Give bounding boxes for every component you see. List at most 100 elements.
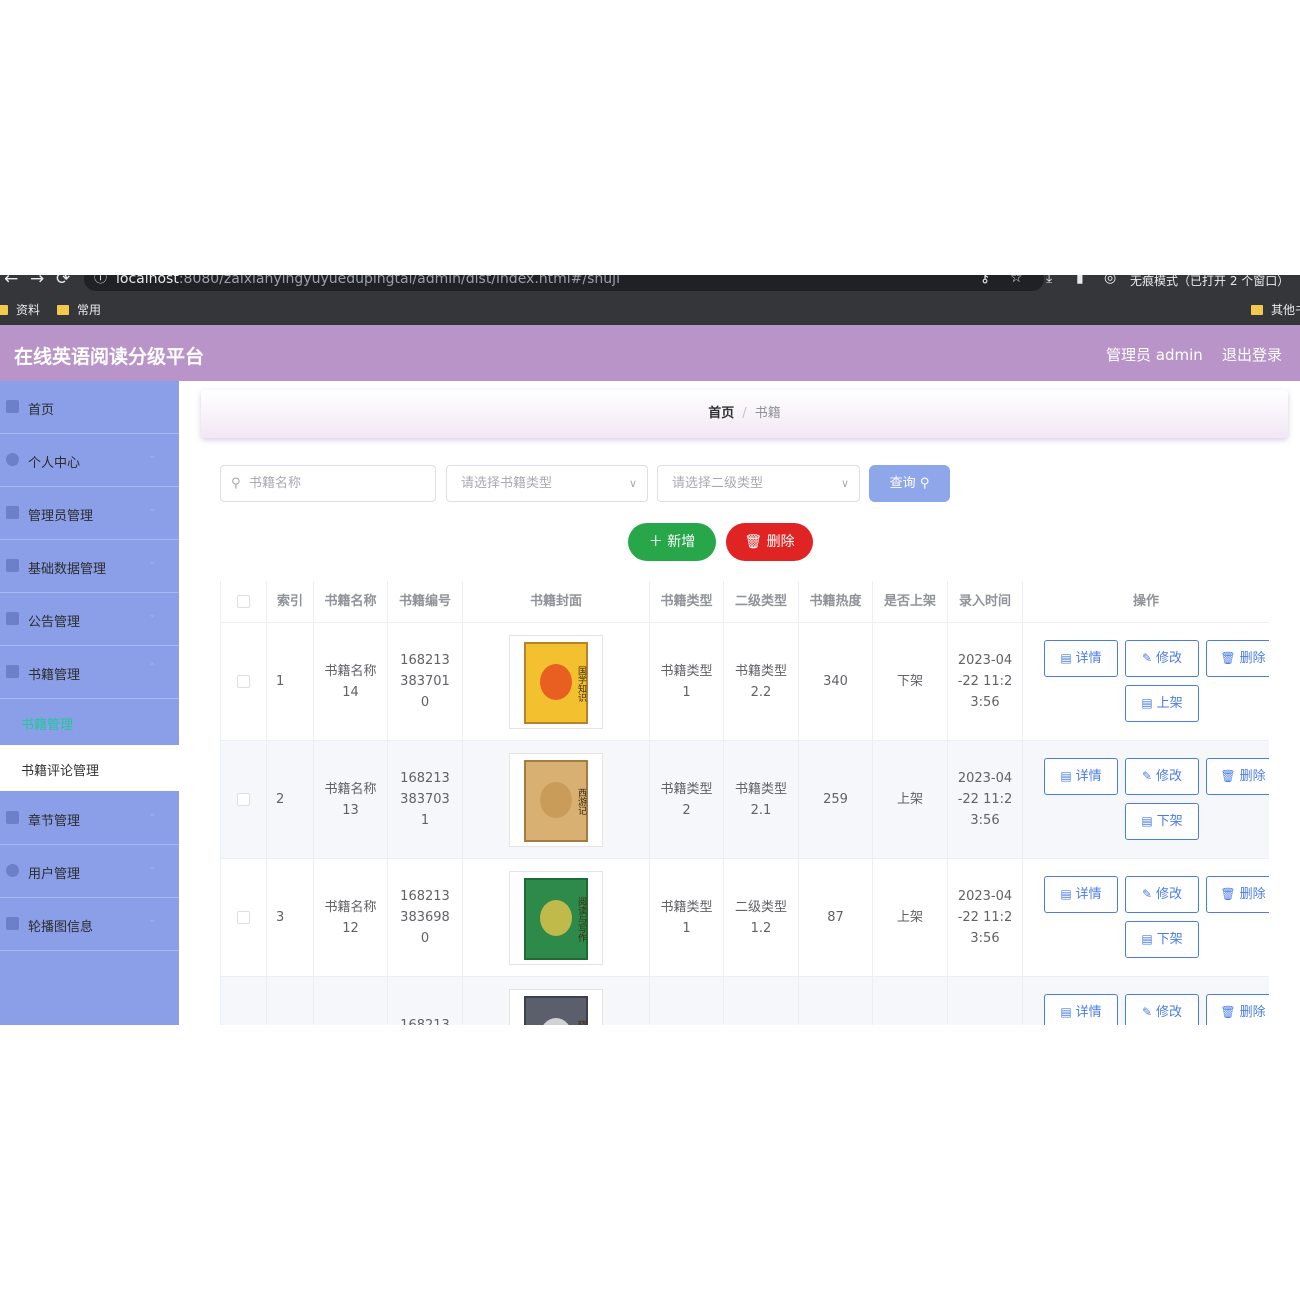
detail-button[interactable]: ▤ 详情 (1044, 876, 1118, 913)
row-type: 书籍类型2 (660, 781, 713, 818)
edit-button-label: 修改 (1156, 887, 1183, 902)
back-icon[interactable]: ← (4, 275, 18, 289)
sidebar-item-label: 首页 (28, 403, 55, 418)
sidebar-item-basedata[interactable]: 基础数据管理 ⌄ (0, 540, 179, 593)
book-cover-title: 晓风残月 (526, 1002, 586, 1026)
address-bar[interactable]: ⓘ localhost:8080/zaixianyingyuyuedupingt… (84, 275, 1044, 291)
batch-delete-button[interactable]: 🗑 删除 (726, 523, 813, 561)
chapter-icon (6, 811, 19, 824)
sidebar-subitem-comments[interactable]: 书籍评论管理 (0, 745, 179, 791)
row-checkbox[interactable] (237, 793, 250, 806)
select-all-checkbox[interactable] (237, 595, 250, 608)
cell-cover: 阅读与写作 (463, 859, 650, 977)
detail-button[interactable]: ▤ 详情 (1044, 640, 1118, 677)
delete-button[interactable]: 🗑 删除 (1206, 994, 1269, 1025)
detail-button[interactable]: ▤ 详情 (1044, 994, 1118, 1025)
add-button[interactable]: ＋ 新增 (628, 523, 716, 561)
subtype-select[interactable]: 请选择二级类型 ∨ (657, 465, 860, 502)
row-code: 1682133836980 (400, 889, 450, 946)
chevron-down-icon: ⌄ (148, 450, 157, 461)
delete-button[interactable]: 🗑 删除 (1206, 876, 1269, 913)
sidebar-item-users[interactable]: 用户管理 ⌄ (0, 845, 179, 898)
sidebar-item-admin[interactable]: 管理员管理 ⌄ (0, 487, 179, 540)
edit-button[interactable]: ✎ 修改 (1125, 758, 1199, 795)
chevron-down-icon: ⌄ (148, 914, 157, 925)
cell-ops: ▤ 详情 ✎ 修改 🗑 删除 ▤ 下架 (1023, 859, 1269, 977)
row-checkbox[interactable] (237, 675, 250, 688)
column-header: 书籍封面 (463, 581, 650, 623)
document-icon: ▤ (1060, 651, 1072, 665)
document-icon: ▤ (1141, 932, 1153, 946)
toggle-shelf-button[interactable]: ▤ 上架 (1125, 685, 1199, 722)
row-type: 书籍类型1 (660, 663, 713, 700)
sidebar-item-label: 书籍管理 (28, 668, 81, 683)
edit-button[interactable]: ✎ 修改 (1125, 994, 1199, 1025)
toggle-shelf-button[interactable]: ▤ 下架 (1125, 921, 1199, 958)
cell-status: 下架 (873, 623, 948, 741)
sidebar-item-profile[interactable]: 个人中心 ⌄ (0, 434, 179, 487)
select-placeholder: 请选择二级类型 (672, 476, 764, 491)
column-header: 书籍热度 (799, 581, 873, 623)
delete-button[interactable]: 🗑 删除 (1206, 758, 1269, 795)
site-info-icon[interactable]: ⓘ (94, 275, 107, 291)
search-icon: ⚲ (231, 476, 241, 491)
detail-button-label: 详情 (1075, 769, 1102, 784)
cell-heat: 87 (799, 859, 873, 977)
sidebar-item-books[interactable]: 书籍管理 ⌃ (0, 646, 179, 699)
download-icon[interactable]: ⤓ (1046, 275, 1052, 286)
row-time: 2023-04-22 11:23:56 (957, 771, 1013, 828)
book-name-search-input[interactable]: ⚲ 书籍名称 (220, 465, 436, 502)
sidebar-item-carousel[interactable]: 轮播图信息 ⌄ (0, 898, 179, 951)
cell-subtype: 书籍类型 (724, 977, 799, 1025)
edit-button-label: 修改 (1156, 651, 1183, 666)
chevron-down-icon: ∨ (840, 477, 849, 490)
chevron-down-icon: ⌄ (148, 609, 157, 620)
cell-time: 2023-04-22 11:23:56 (948, 741, 1023, 859)
star-icon[interactable]: ☆ (1010, 275, 1023, 286)
chevron-down-icon: ⌄ (148, 861, 157, 872)
sidebar-item-chapters[interactable]: 章节管理 ⌄ (0, 792, 179, 845)
document-icon: ▤ (1060, 887, 1072, 901)
image-icon (6, 917, 19, 930)
sidebar-item-label: 用户管理 (28, 867, 81, 882)
breadcrumb-current: 书籍 (754, 406, 781, 421)
cell-subtype: 书籍类型2.2 (724, 623, 799, 741)
cell-code: 1682133837010 (388, 623, 463, 741)
sidebar-item-home[interactable]: 首页 (0, 381, 179, 434)
incognito-icon[interactable]: ◎ (1104, 275, 1116, 286)
reload-icon[interactable]: ⟳ (56, 275, 70, 289)
breadcrumb-home[interactable]: 首页 (708, 406, 734, 421)
cell-ops: ▤ 详情 ✎ 修改 🗑 删除 ▤ 上架 (1023, 623, 1269, 741)
sidepanel-icon[interactable]: ▮ (1076, 275, 1084, 286)
sidebar-item-label: 管理员管理 (28, 509, 94, 524)
book-cover-title: 西游记 (576, 788, 586, 815)
key-icon[interactable]: ⚷ (980, 275, 990, 286)
row-index: 3 (276, 910, 285, 925)
bookmarks-bar: 资料 常用 其他书 (0, 297, 1300, 323)
home-icon (6, 400, 19, 413)
forward-icon[interactable]: → (30, 275, 44, 289)
edit-icon: ✎ (1141, 887, 1153, 901)
trash-icon: 🗑 (744, 534, 763, 550)
logout-link[interactable]: 退出登录 (1222, 344, 1282, 365)
bookmark-folder-other[interactable]: 其他书 (1251, 301, 1300, 318)
detail-button[interactable]: ▤ 详情 (1044, 758, 1118, 795)
row-checkbox[interactable] (237, 911, 250, 924)
cell-ops: ▤ 详情 ✎ 修改 🗑 删除 ▤ 下架 (1023, 741, 1269, 859)
sidebar-subitem-books[interactable]: 书籍管理 (0, 699, 179, 745)
row-name: 书籍名称14 (324, 663, 377, 700)
delete-button[interactable]: 🗑 删除 (1206, 640, 1269, 677)
book-type-select[interactable]: 请选择书籍类型 ∨ (446, 465, 648, 502)
toggle-shelf-button[interactable]: ▤ 下架 (1125, 803, 1199, 840)
row-name: 书籍名称13 (324, 781, 377, 818)
bookmark-folder[interactable]: 资料 (0, 301, 40, 318)
bookmark-folder[interactable]: 常用 (57, 301, 101, 318)
edit-button[interactable]: ✎ 修改 (1125, 640, 1199, 677)
cell-index: 1 (267, 623, 314, 741)
edit-button[interactable]: ✎ 修改 (1125, 876, 1199, 913)
cell-subtype: 二级类型1.2 (724, 859, 799, 977)
cell-time: 2023-04-22 11:23:56 (948, 623, 1023, 741)
trash-icon: 🗑 (1220, 651, 1236, 665)
sidebar-item-notice[interactable]: 公告管理 ⌄ (0, 593, 179, 646)
query-button[interactable]: 查询 ⚲ (869, 465, 950, 502)
